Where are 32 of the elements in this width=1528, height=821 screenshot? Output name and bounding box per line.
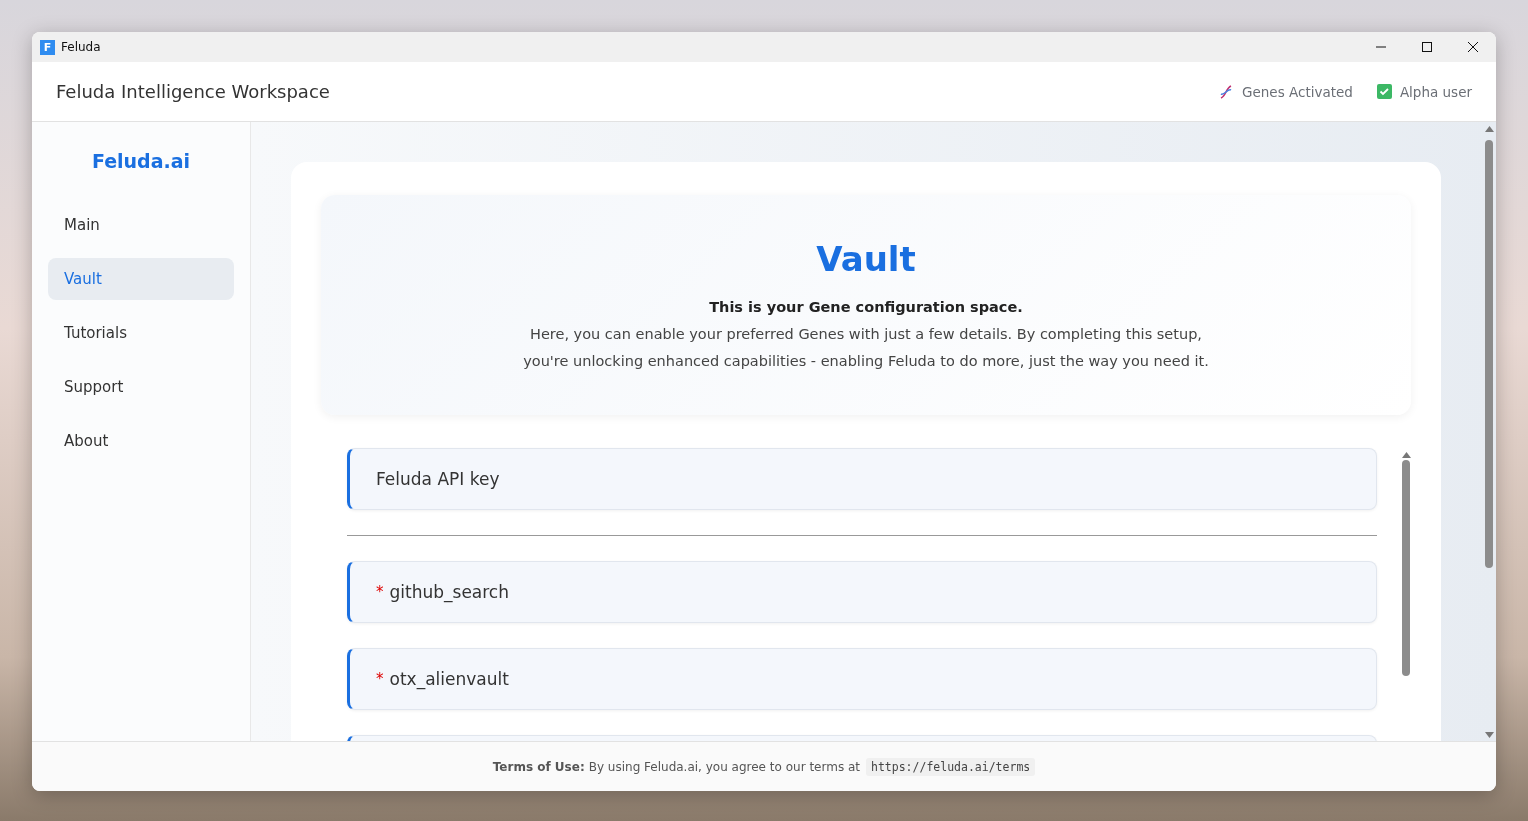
sidebar-item[interactable]: Vault xyxy=(48,258,234,300)
scrollbar-thumb[interactable] xyxy=(1402,460,1410,676)
scroll-up-icon[interactable] xyxy=(1401,452,1411,458)
checkbox-icon xyxy=(1376,84,1392,99)
app-title: Feluda Intelligence Workspace xyxy=(56,81,331,102)
status-label: Alpha user xyxy=(1399,83,1472,100)
dna-icon xyxy=(1218,83,1234,100)
gene-field[interactable]: Feluda API key xyxy=(347,448,1377,510)
terms-label: Terms of Use: xyxy=(492,759,585,774)
scroll-down-icon[interactable] xyxy=(1484,732,1494,738)
sidebar-item[interactable]: Tutorials xyxy=(48,312,234,354)
scrollbar-thumb[interactable] xyxy=(1485,140,1493,568)
app-logo-icon: F xyxy=(40,39,55,55)
gene-field[interactable]: * github_search xyxy=(347,561,1377,623)
field-label: github_search xyxy=(389,582,509,602)
subtitle: This is your Gene configuration space. xyxy=(708,299,1024,315)
sidebar-item[interactable]: Main xyxy=(48,204,234,246)
field-label: otx_alienvault xyxy=(389,669,509,689)
field-label: Feluda API key xyxy=(376,469,500,489)
sidebar-item[interactable]: About xyxy=(48,420,234,462)
status-label: Genes Activated xyxy=(1242,83,1353,100)
description: Here, you can enable your preferred Genes with just a few details. By completing this setup, you're unlocking enhanced capabilities - enabling Feluda to do more, just the way you need it. xyxy=(522,325,1210,371)
terms-link[interactable]: https://feluda.ai/terms xyxy=(866,757,1036,776)
page-heading: Vault xyxy=(815,239,917,279)
required-mark: * xyxy=(376,583,384,601)
required-mark: * xyxy=(376,670,384,688)
sidebar-item[interactable]: Support xyxy=(48,366,234,408)
gene-field[interactable]: * otx_alienvault xyxy=(347,648,1377,710)
window-title: Feluda xyxy=(61,40,102,54)
terms-text: By using Feluda.ai, you agree to our terms at xyxy=(588,759,860,774)
brand-name: Feluda.ai xyxy=(90,150,192,172)
scroll-up-icon[interactable] xyxy=(1484,126,1494,132)
